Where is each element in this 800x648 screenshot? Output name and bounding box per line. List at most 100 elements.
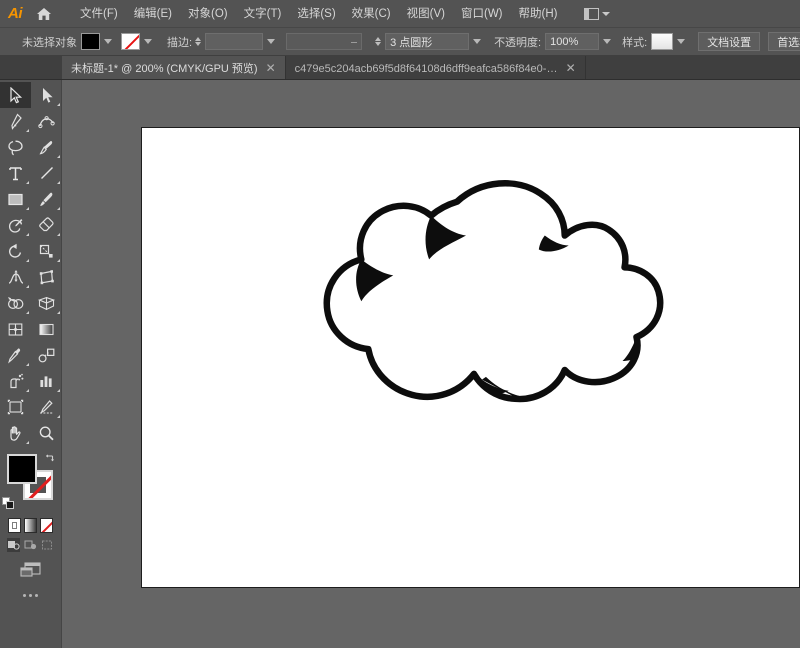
zoom-tool-icon[interactable] (31, 420, 62, 446)
menu-view[interactable]: 视图(V) (399, 3, 453, 25)
tab-document-untitled-1[interactable]: 未标题-1* @ 200% (CMYK/GPU 预览) ✕ (62, 56, 286, 79)
menu-object[interactable]: 对象(O) (180, 3, 236, 25)
gradient-mode-button[interactable] (24, 518, 37, 533)
tab-document-jpg[interactable]: c479e5c204acb69f5d8f64108d6dff9eafca586f… (286, 56, 586, 79)
tool-flyout-indicator (57, 415, 60, 418)
tool-flyout-indicator (26, 207, 29, 210)
stroke-weight-label: 描边: (167, 36, 193, 49)
scale-tool-icon[interactable] (31, 238, 62, 264)
canvas-area[interactable] (62, 80, 800, 648)
direct-selection-tool-icon[interactable] (31, 82, 62, 108)
draw-behind-button[interactable] (24, 538, 37, 552)
tool-flyout-indicator (26, 259, 29, 262)
brush-definition-select[interactable]: 3 点圆形 (385, 33, 470, 50)
stroke-weight-stepper[interactable] (195, 37, 202, 46)
tools-panel (0, 80, 62, 648)
tool-flyout-indicator (57, 233, 60, 236)
slice-tool-icon[interactable] (31, 394, 62, 420)
shaper-tool-icon[interactable] (0, 212, 31, 238)
tool-flyout-indicator (26, 441, 29, 444)
tab-label: c479e5c204acb69f5d8f64108d6dff9eafca586f… (294, 62, 558, 75)
stroke-weight-chevron-icon[interactable] (267, 39, 276, 44)
draw-mode-buttons (0, 533, 61, 552)
mesh-tool-icon[interactable] (0, 316, 31, 342)
tool-flyout-indicator (26, 311, 29, 314)
app-logo-icon: Ai (8, 5, 23, 22)
menu-effect[interactable]: 效果(C) (344, 3, 399, 25)
graphic-style-swatch[interactable] (651, 33, 674, 50)
paintbrush-tool-icon[interactable] (31, 134, 62, 160)
tool-grid (0, 82, 62, 446)
close-icon[interactable]: ✕ (566, 62, 576, 74)
tool-flyout-indicator (57, 207, 60, 210)
rectangle-tool-icon[interactable] (0, 186, 31, 212)
stroke-color-swatch[interactable] (121, 33, 140, 50)
close-icon[interactable]: ✕ (266, 62, 276, 74)
style-label: 样式: (622, 36, 648, 49)
fill-stroke-cluster (0, 452, 62, 514)
default-fill-stroke-icon[interactable] (2, 497, 15, 510)
rotate-tool-icon[interactable] (0, 238, 31, 264)
brush-definition-chevron-icon[interactable] (473, 39, 482, 44)
fill-color-swatch[interactable] (81, 33, 100, 50)
arrange-documents-icon[interactable] (579, 5, 615, 23)
menu-window[interactable]: 窗口(W) (453, 3, 511, 25)
paintbrush-blob-tool-icon[interactable] (31, 186, 62, 212)
tool-flyout-indicator (57, 259, 60, 262)
opacity-chevron-icon[interactable] (603, 39, 612, 44)
tool-flyout-indicator (26, 181, 29, 184)
width-tool-icon[interactable] (0, 264, 31, 290)
perspective-grid-tool-icon[interactable] (31, 290, 62, 316)
menu-help[interactable]: 帮助(H) (511, 3, 566, 25)
blend-tool-icon[interactable] (31, 342, 62, 368)
tool-flyout-indicator (26, 129, 29, 132)
none-mode-button[interactable] (40, 518, 53, 533)
artboard[interactable] (141, 127, 800, 588)
type-tool-icon[interactable] (0, 160, 31, 186)
opacity-label: 不透明度: (494, 36, 542, 49)
menu-item-list: 文件(F) 编辑(E) 对象(O) 文字(T) 选择(S) 效果(C) 视图(V… (72, 3, 565, 25)
opacity-input[interactable]: 100% (545, 33, 600, 50)
pen-tool-icon[interactable] (0, 108, 31, 134)
column-graph-tool-icon[interactable] (31, 368, 62, 394)
artboard-tool-icon[interactable] (0, 394, 31, 420)
stroke-dropdown-chevron-icon[interactable] (144, 39, 152, 44)
draw-normal-button[interactable] (7, 538, 20, 552)
stroke-profile-input[interactable] (286, 33, 363, 50)
document-setup-button[interactable]: 文档设置 (698, 32, 761, 51)
color-mode-button[interactable] (8, 518, 21, 533)
tab-label: 未标题-1* @ 200% (CMYK/GPU 预览) (71, 62, 258, 75)
preferences-button[interactable]: 首选项 (768, 32, 800, 51)
fill-color-indicator[interactable] (7, 454, 37, 484)
hand-drawn-cloud-artwork[interactable] (142, 128, 799, 587)
chevron-down-icon (602, 11, 611, 16)
menu-select[interactable]: 选择(S) (289, 3, 343, 25)
symbol-sprayer-tool-icon[interactable] (0, 368, 31, 394)
hand-tool-icon[interactable] (0, 420, 31, 446)
eraser-tool-icon[interactable] (31, 212, 62, 238)
document-tab-bar: 未标题-1* @ 200% (CMYK/GPU 预览) ✕ c479e5c204… (0, 56, 800, 80)
screen-mode-icon[interactable] (0, 552, 61, 580)
style-chevron-icon[interactable] (677, 39, 686, 44)
edit-toolbar-more-icon[interactable] (0, 580, 61, 597)
draw-inside-button[interactable] (41, 538, 54, 552)
menu-file[interactable]: 文件(F) (72, 3, 126, 25)
eyedropper-tool-icon[interactable] (0, 342, 31, 368)
line-segment-tool-icon[interactable] (31, 160, 62, 186)
menu-type[interactable]: 文字(T) (236, 3, 290, 25)
tool-flyout-indicator (26, 285, 29, 288)
menu-edit[interactable]: 编辑(E) (126, 3, 180, 25)
fill-dropdown-chevron-icon[interactable] (104, 39, 112, 44)
stroke-weight-input[interactable] (205, 33, 264, 50)
shape-builder-tool-icon[interactable] (0, 290, 31, 316)
tool-flyout-indicator (57, 389, 60, 392)
brush-definition-stepper[interactable] (375, 37, 382, 46)
selection-tool-icon[interactable] (0, 82, 31, 108)
gradient-tool-icon[interactable] (31, 316, 62, 342)
tab-bar-spacer (0, 56, 62, 79)
free-transform-tool-icon[interactable] (31, 264, 62, 290)
swap-fill-stroke-icon[interactable] (44, 452, 56, 464)
home-icon[interactable] (30, 0, 58, 28)
curvature-tool-icon[interactable] (31, 108, 62, 134)
lasso-tool-icon[interactable] (0, 134, 31, 160)
